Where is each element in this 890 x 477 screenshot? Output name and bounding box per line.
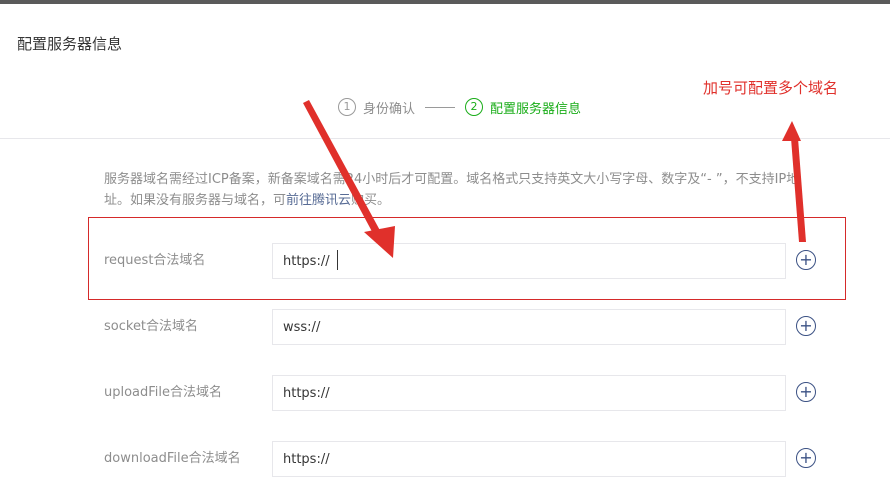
annotation-arrows — [303, 100, 806, 258]
arrow-to-input — [303, 100, 395, 258]
arrow-to-add-button — [782, 121, 806, 242]
